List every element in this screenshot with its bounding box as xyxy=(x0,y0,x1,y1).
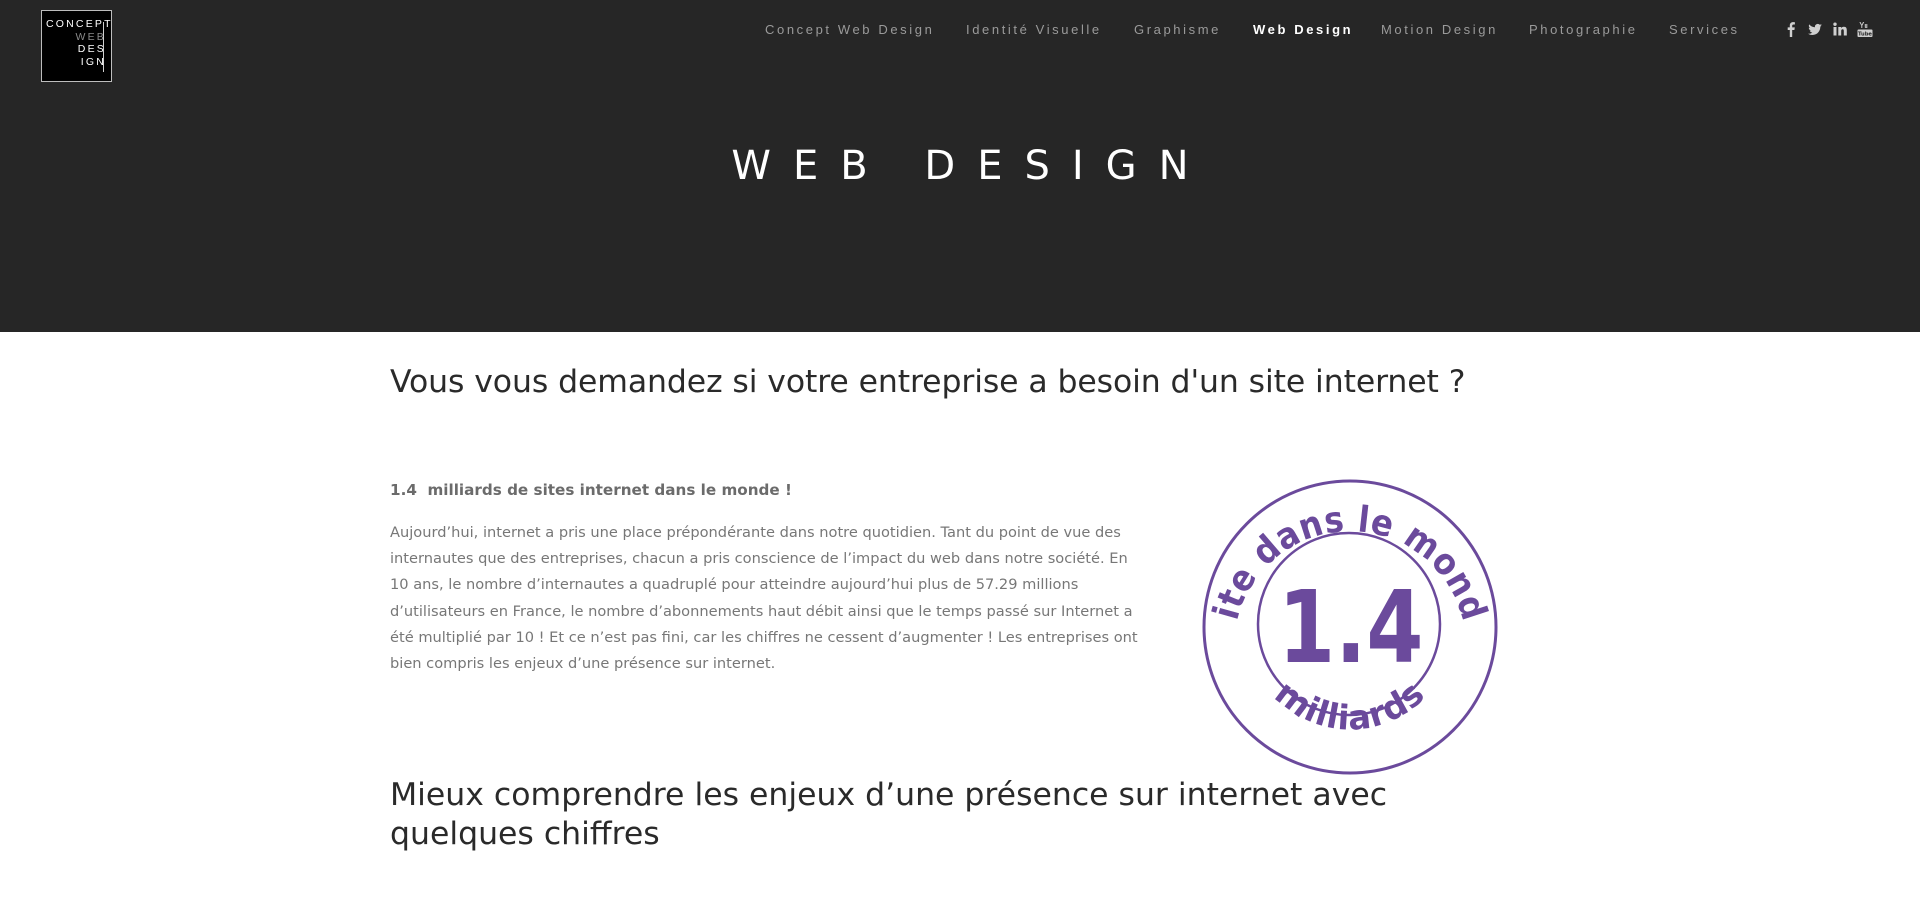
logo-line-ign: IGN xyxy=(80,55,106,68)
hero-title: WEB DESIGN xyxy=(731,143,1211,189)
stamp-graphic: Site dans le monde 1.4 milliards xyxy=(1183,440,1498,775)
stamp-number: 1.4 xyxy=(1278,569,1423,686)
site-header: CONCEPT WEB DES IGN Concept Web Design I… xyxy=(0,0,1920,332)
section-heading-2: Mieux comprendre les enjeux d’une présen… xyxy=(390,777,1388,852)
youtube-icon[interactable]: Tube xyxy=(1857,20,1873,38)
linkedin-icon[interactable] xyxy=(1832,20,1848,38)
nav-graphisme[interactable]: Graphisme xyxy=(1134,22,1221,38)
intro-paragraph: Aujourd’hui, internet a pris une place p… xyxy=(390,524,1138,673)
twitter-icon[interactable] xyxy=(1807,20,1823,38)
svg-text:Tube: Tube xyxy=(1858,31,1872,37)
site-logo[interactable]: CONCEPT WEB DES IGN xyxy=(41,10,112,82)
logo-line-des: DES xyxy=(77,43,106,55)
stat-subheading: 1.4 milliards de sites internet dans le … xyxy=(390,481,792,499)
nav-web-design[interactable]: Web Design xyxy=(1253,22,1353,38)
stamp-image: Site dans le monde 1.4 milliards xyxy=(1183,440,1505,782)
nav-concept-web-design[interactable]: Concept Web Design xyxy=(765,22,934,38)
nav-identite-visuelle[interactable]: Identité Visuelle xyxy=(966,22,1102,38)
facebook-icon[interactable] xyxy=(1783,20,1799,38)
main-nav: Concept Web Design Identité Visuelle Gra… xyxy=(0,22,1920,38)
section-heading: Vous vous demandez si votre entreprise a… xyxy=(390,364,1466,400)
nav-photographie[interactable]: Photographie xyxy=(1529,22,1638,38)
nav-services[interactable]: Services xyxy=(1669,22,1740,38)
nav-motion-design[interactable]: Motion Design xyxy=(1381,22,1498,38)
